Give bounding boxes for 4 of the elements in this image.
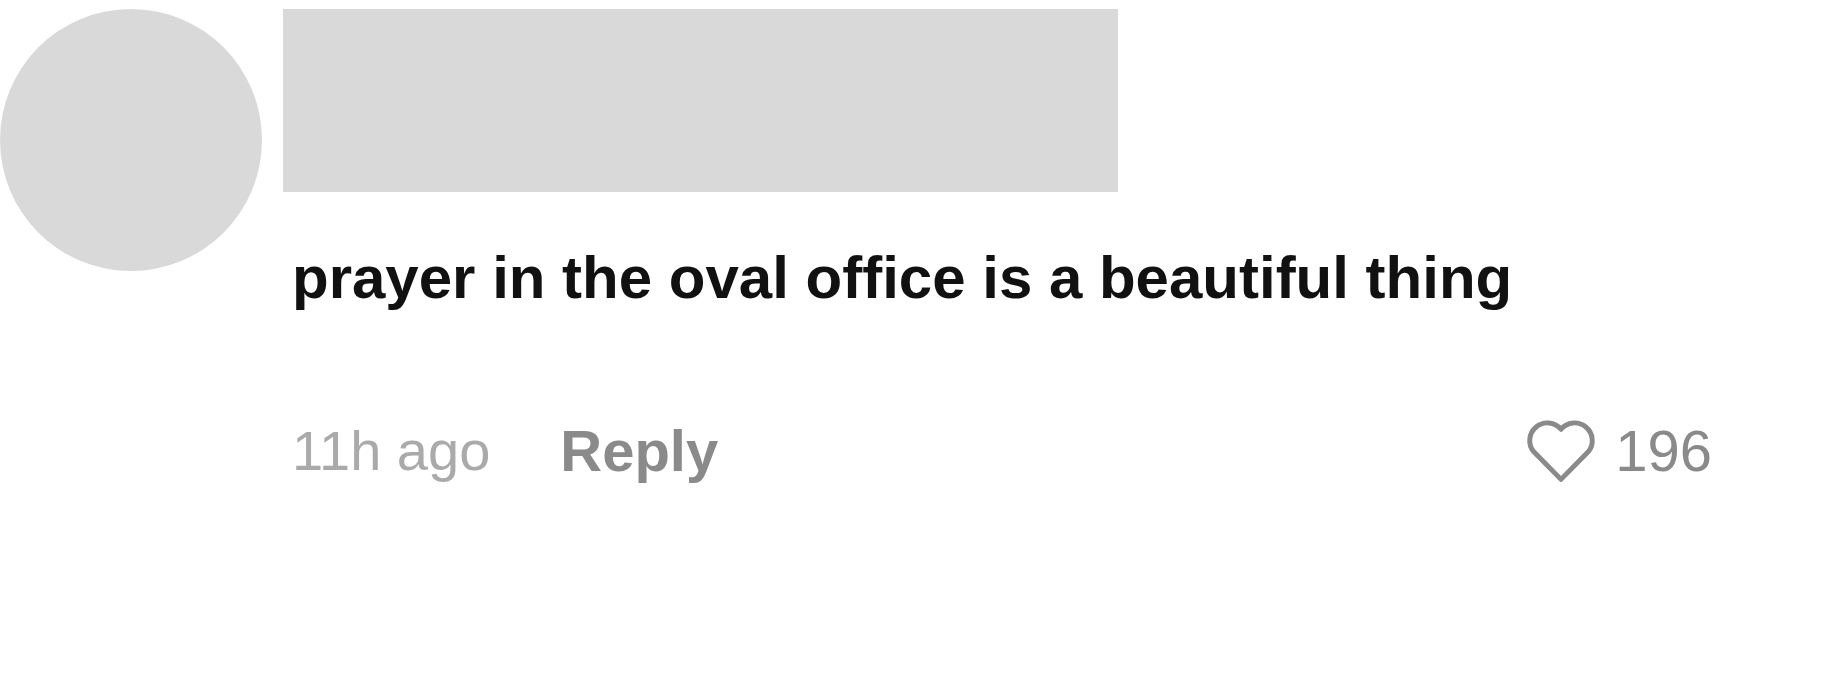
reply-link[interactable]: Reply	[560, 416, 719, 484]
timestamp: 11h ago	[292, 417, 491, 483]
like-count: 196	[1615, 416, 1712, 484]
comment-text: prayer in the oval office is a beautiful thing	[292, 243, 1514, 313]
